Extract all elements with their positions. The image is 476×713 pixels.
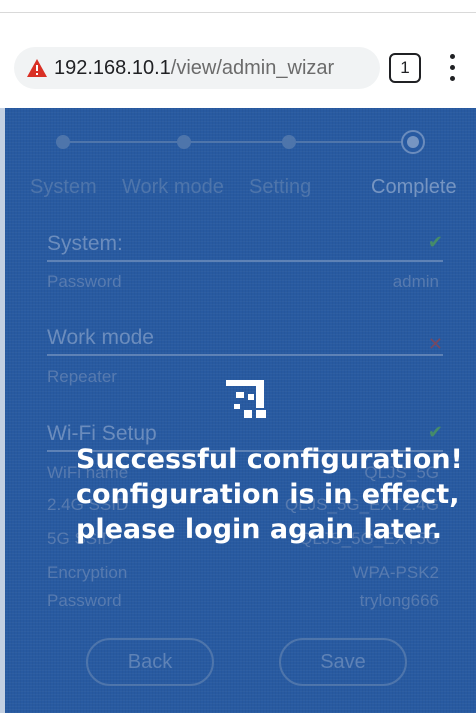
status-message-line-1: Successful configuration!: [76, 444, 463, 475]
status-message-line-3: please login again later.: [76, 514, 442, 545]
kebab-menu-icon[interactable]: [444, 52, 460, 84]
warning-triangle-icon[interactable]: [26, 58, 48, 78]
browser-toolbar: 192.168.10.1/view/admin_wizar 1: [0, 0, 476, 108]
url-host: 192.168.10.1: [54, 56, 171, 79]
status-message: Successful configuration! configuration …: [76, 442, 466, 547]
url-path: /view/admin_wizar: [170, 56, 335, 79]
status-message-line-2: configuration is in effect,: [76, 479, 460, 510]
loading-overlay: Successful configuration! configuration …: [0, 108, 476, 713]
loading-spinner-icon: [226, 380, 268, 420]
tab-switcher-button[interactable]: 1: [389, 53, 421, 83]
toolbar-divider: [0, 12, 476, 13]
address-bar[interactable]: 192.168.10.1/view/admin_wizar: [14, 47, 380, 89]
